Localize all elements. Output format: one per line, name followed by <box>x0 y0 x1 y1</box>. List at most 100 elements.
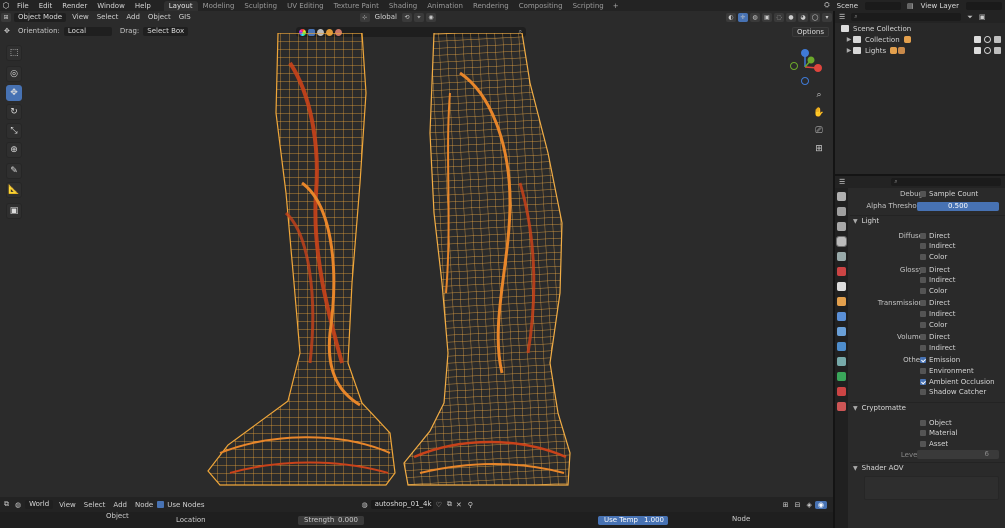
tab-shading[interactable]: Shading <box>384 1 422 11</box>
duplicate-icon[interactable]: ⧉ <box>445 500 454 509</box>
world-name-field[interactable]: autoshop_01_4k <box>370 500 433 509</box>
pass-option[interactable]: Direct <box>920 232 950 240</box>
checkbox[interactable] <box>920 419 926 426</box>
snap-icon[interactable]: ⌖ <box>414 12 424 22</box>
pass-option[interactable]: Color <box>920 321 947 329</box>
exclude-checkbox[interactable] <box>974 47 981 54</box>
wireframe-shading-icon[interactable]: ◌ <box>774 12 784 22</box>
transform-tool[interactable]: ⊕ <box>6 142 22 158</box>
pass-option[interactable]: Indirect <box>920 310 956 318</box>
overlay-toggle-icon[interactable]: ◈ <box>804 501 815 509</box>
shading-options-icon[interactable]: ▾ <box>822 12 832 22</box>
data-tab-icon[interactable] <box>837 372 846 381</box>
view-layer-tab-icon[interactable] <box>836 236 847 247</box>
pass-option[interactable]: Environment <box>920 367 974 375</box>
use-temp-field[interactable]: Use Temp 1.000 <box>598 516 668 525</box>
collapse-arrow-icon[interactable]: ▼ <box>853 405 858 412</box>
gizmo-y-axis[interactable] <box>807 56 815 64</box>
tab-texture-paint[interactable]: Texture Paint <box>329 1 384 11</box>
cryptomatte-option[interactable]: Material <box>920 429 957 437</box>
modifier-tab-icon[interactable] <box>837 312 846 321</box>
checkbox[interactable] <box>920 368 926 375</box>
view-layer-selector[interactable]: View Layer <box>917 2 963 10</box>
visibility-icon[interactable]: ◐ <box>726 12 736 22</box>
gizmo-z-axis[interactable] <box>801 49 809 57</box>
checkbox[interactable] <box>920 191 926 198</box>
3d-viewport[interactable]: ⊞ Object Mode View Select Add Object GIS… <box>0 11 833 497</box>
alpha-threshold-slider[interactable]: 0.500 <box>917 201 999 211</box>
pass-option[interactable]: Color <box>920 253 947 261</box>
pass-option[interactable]: Emission <box>920 356 960 364</box>
pass-option[interactable]: Direct <box>920 299 950 307</box>
xray-icon[interactable]: ▣ <box>762 12 772 22</box>
view-layer-name-field[interactable] <box>966 1 1002 10</box>
texture-tab-icon[interactable] <box>837 402 846 411</box>
levels-field[interactable]: 6 <box>917 450 999 460</box>
output-tab-icon[interactable] <box>837 222 846 231</box>
proportional-edit-icon[interactable]: ◉ <box>426 12 436 22</box>
pin-icon[interactable]: ⚲ <box>464 501 477 509</box>
blender-logo-icon[interactable]: ⬡ <box>0 1 12 10</box>
outliner-row-collection[interactable]: ▶ Collection <box>835 34 1005 45</box>
viewport-menu-object[interactable]: Object <box>144 13 175 21</box>
material-tab-icon[interactable] <box>837 387 846 396</box>
checkbox[interactable] <box>920 344 926 351</box>
editor-type-icon[interactable]: ⊞ <box>1 12 11 22</box>
cursor-tool[interactable]: ◎ <box>6 66 22 82</box>
menu-edit[interactable]: Edit <box>34 2 58 10</box>
shader-type-dropdown[interactable]: World <box>25 500 54 509</box>
world-icon[interactable]: ◍ <box>13 501 23 509</box>
render-tab-icon[interactable] <box>837 207 846 216</box>
tab-scripting[interactable]: Scripting <box>568 1 609 11</box>
scene-name-field[interactable] <box>865 1 902 10</box>
render-camera-icon[interactable] <box>994 36 1001 43</box>
mode-dropdown[interactable]: Object Mode <box>14 12 67 22</box>
outliner-editor-icon[interactable]: ☰ <box>839 13 845 21</box>
viewport-menu-select[interactable]: Select <box>93 13 123 21</box>
use-nodes-checkbox[interactable] <box>157 501 165 508</box>
unlink-icon[interactable]: ✕ <box>454 501 464 509</box>
checkbox[interactable] <box>920 311 926 318</box>
checkbox[interactable] <box>920 266 926 273</box>
tab-rendering[interactable]: Rendering <box>468 1 514 11</box>
checkbox[interactable] <box>920 277 926 284</box>
scene-tab-icon[interactable] <box>837 252 846 261</box>
node-tab-label[interactable]: Node <box>732 515 750 523</box>
drag-dropdown[interactable]: Select Box <box>143 26 189 36</box>
particles-tab-icon[interactable] <box>837 327 846 336</box>
outliner-search-input[interactable]: ⌕ <box>851 13 962 21</box>
select-box-tool[interactable]: ⬚ <box>6 45 22 61</box>
move-tool[interactable]: ✥ <box>6 85 22 101</box>
shader-menu-view[interactable]: View <box>55 501 80 509</box>
material-shading-icon[interactable]: ◕ <box>798 12 808 22</box>
pass-option[interactable]: Direct <box>920 266 950 274</box>
viewport-menu-add[interactable]: Add <box>122 13 144 21</box>
pan-hand-icon[interactable]: ✋ <box>812 106 826 120</box>
new-collection-icon[interactable]: ▣ <box>979 13 986 21</box>
shader-menu-add[interactable]: Add <box>109 501 131 509</box>
expand-arrow-icon[interactable]: ▶ <box>845 36 853 43</box>
menu-help[interactable]: Help <box>130 2 156 10</box>
shader-aov-section-header[interactable]: ▼ Shader AOV <box>850 461 1005 474</box>
orientation-dropdown[interactable]: Local <box>63 26 112 36</box>
pass-option[interactable]: Color <box>920 287 947 295</box>
pass-option[interactable]: Indirect <box>920 242 956 250</box>
checkbox[interactable] <box>920 357 926 364</box>
tool-tab-icon[interactable] <box>837 192 846 201</box>
cryptomatte-option[interactable]: Asset <box>920 440 948 448</box>
tab-uv-editing[interactable]: UV Editing <box>282 1 329 11</box>
pass-option[interactable]: Indirect <box>920 276 956 284</box>
transform-orientation-dropdown[interactable]: Global <box>371 13 401 21</box>
pass-option[interactable]: Direct <box>920 333 950 341</box>
world-tab-icon[interactable] <box>837 267 846 276</box>
snap-options-icon[interactable]: ⊟ <box>792 501 804 509</box>
checkbox[interactable] <box>920 287 926 294</box>
orientation-icon[interactable]: ⊹ <box>359 12 370 22</box>
checkbox[interactable] <box>920 440 926 447</box>
scene-selector[interactable]: Scene <box>833 2 862 10</box>
checkbox[interactable] <box>920 254 926 261</box>
menu-window[interactable]: Window <box>92 2 130 10</box>
properties-search-input[interactable]: ⌕ <box>891 178 1002 186</box>
outliner-row-scene-collection[interactable]: Scene Collection <box>835 23 1005 34</box>
pass-option[interactable]: Shadow Catcher <box>920 388 986 396</box>
